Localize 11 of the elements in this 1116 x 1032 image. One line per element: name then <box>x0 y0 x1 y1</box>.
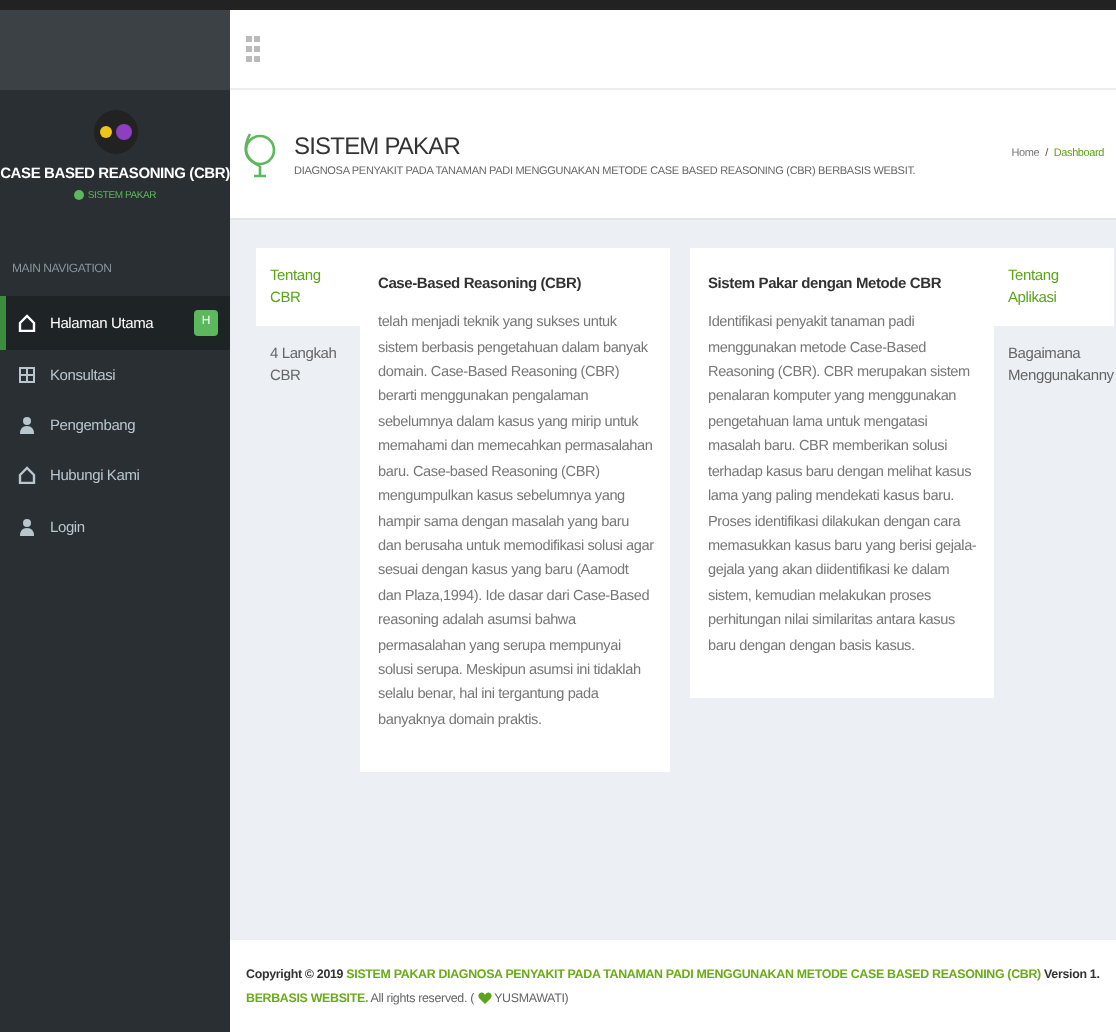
home-icon <box>18 313 36 332</box>
status-dot-icon <box>73 190 84 201</box>
table-icon <box>18 365 36 384</box>
user-icon <box>18 416 36 435</box>
menu-icon <box>246 35 266 63</box>
user-icon <box>18 517 36 536</box>
page-title: SISTEM PAKAR <box>294 129 462 164</box>
home-icon <box>18 466 36 485</box>
globe-icon <box>242 128 278 180</box>
heart-icon <box>477 992 492 1005</box>
logo-icon <box>93 110 137 154</box>
